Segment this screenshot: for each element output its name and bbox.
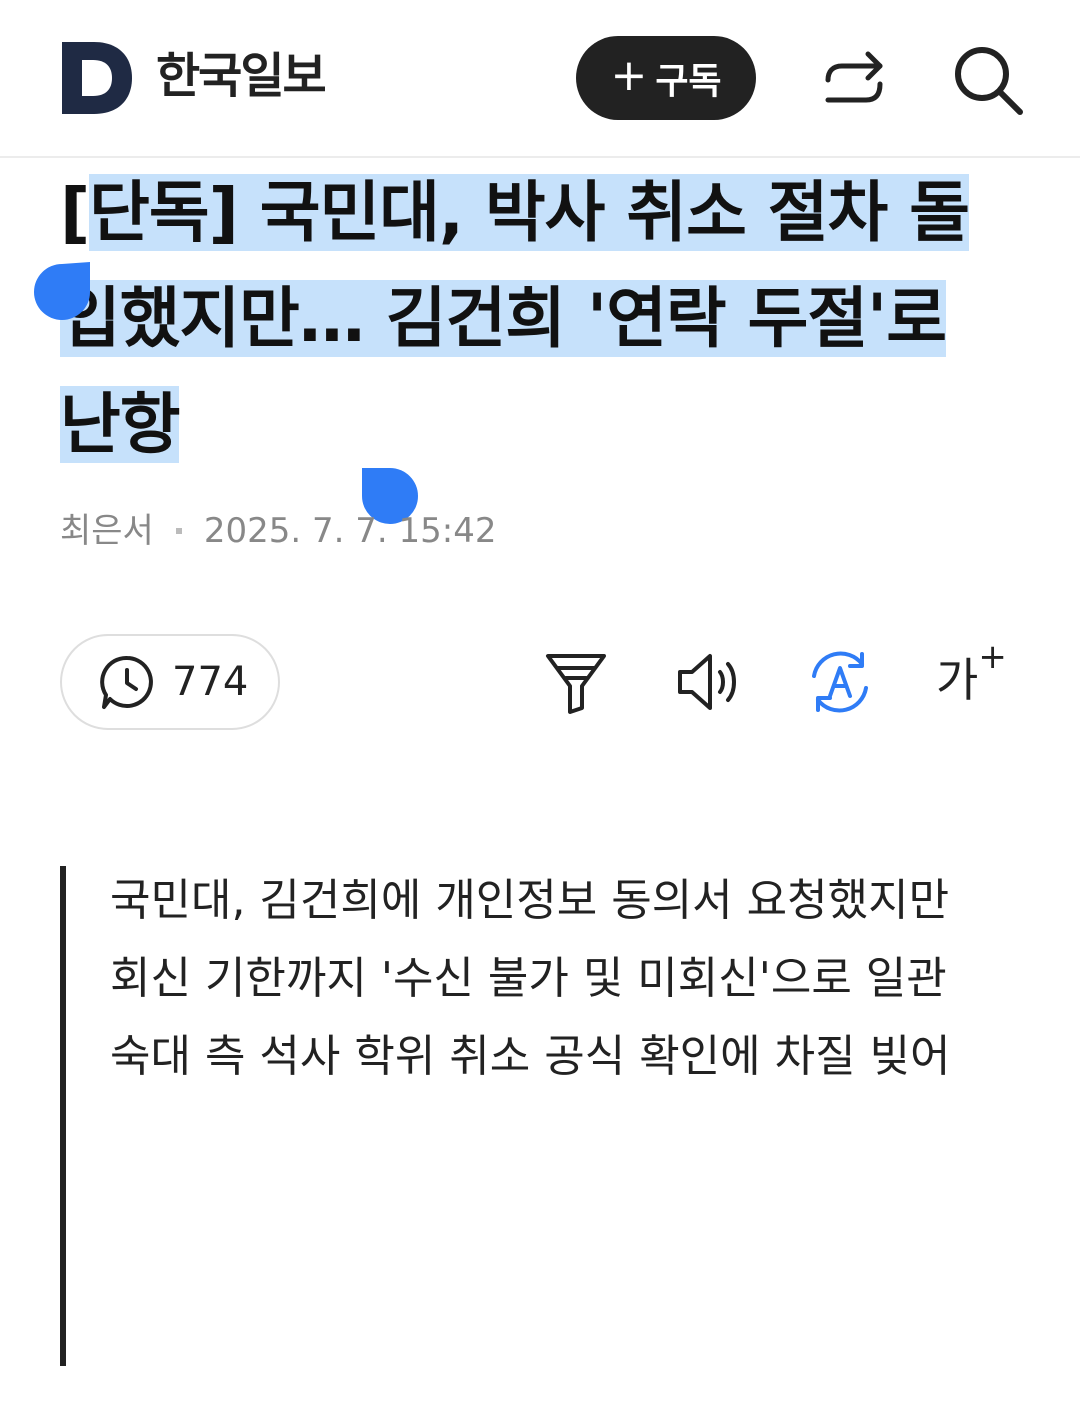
search-icon[interactable] (948, 40, 1026, 118)
font-size-plus: + (978, 636, 1007, 677)
article-meta: 최은서 2025. 7. 7. 15:42 (60, 508, 496, 554)
share-icon[interactable] (816, 42, 892, 118)
logo-d-icon[interactable] (62, 42, 134, 114)
summary-line: 회신 기한까지 '수신 불가 및 미회신'으로 일관 (110, 953, 947, 1004)
publish-date: 2025. 7. 7. 15:42 (203, 511, 497, 551)
plus-icon: + (610, 50, 648, 101)
selection-start-handle[interactable] (32, 260, 92, 324)
comment-clock-icon (100, 655, 153, 709)
brand-name[interactable]: 한국일보 (156, 44, 327, 108)
article-summary: 국민대, 김건희에 개인정보 동의서 요청했지만 회신 기한까지 '수신 불가 … (60, 866, 1020, 1366)
summary-line: 숙대 측 석사 학위 취소 공식 확인에 차질 빚어 (110, 1031, 951, 1082)
comment-count: 774 (172, 659, 249, 705)
article-headline[interactable]: [단독] 국민대, 박사 취소 절차 돌입했지만… 김건희 '연락 두절'로 난… (60, 160, 1020, 478)
author-name[interactable]: 최은서 (60, 508, 154, 554)
speaker-icon[interactable] (672, 646, 744, 718)
translate-icon[interactable] (804, 646, 876, 718)
comments-button[interactable]: 774 (60, 634, 280, 730)
font-size-button[interactable]: 가+ (936, 637, 1016, 716)
separator-dot (175, 528, 182, 534)
filter-icon[interactable] (540, 646, 612, 718)
font-size-label: 가 (936, 653, 979, 707)
top-app-bar: 한국일보 + 구독 (0, 0, 1080, 158)
summary-line: 국민대, 김건희에 개인정보 동의서 요청했지만 (110, 875, 950, 926)
headline-prefix: [ (60, 174, 90, 251)
subscribe-button[interactable]: + 구독 (576, 36, 756, 120)
subscribe-label: 구독 (655, 61, 722, 102)
headline-selected-text[interactable]: 단독] 국민대, 박사 취소 절차 돌입했지만… 김건희 '연락 두절'로 난항 (60, 174, 970, 463)
